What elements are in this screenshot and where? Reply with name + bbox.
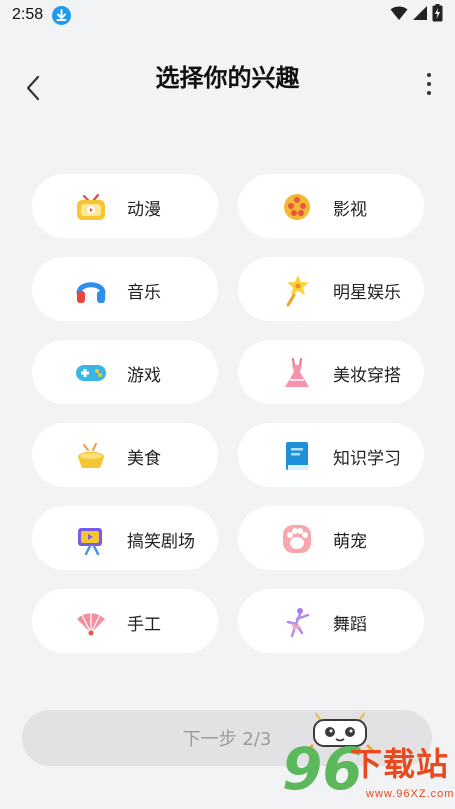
interest-chip-beauty[interactable]: 美妆穿搭: [238, 340, 424, 404]
interest-label: 明星娱乐: [333, 283, 401, 303]
interest-chip-food[interactable]: 美食: [32, 423, 218, 487]
interest-chip-anime[interactable]: 动漫: [32, 174, 218, 238]
dress-icon: [280, 356, 314, 390]
interest-chip-music[interactable]: 音乐: [32, 257, 218, 321]
wifi-icon: [390, 5, 408, 25]
interest-label: 知识学习: [333, 449, 401, 469]
gamepad-icon: [74, 356, 108, 390]
more-vertical-icon: [427, 73, 431, 77]
interest-grid: 动漫 影视 音乐 明星娱乐 游戏 美妆穿搭 美食 知识学习 搞笑剧场 萌宠 手工…: [32, 174, 424, 653]
header: 选择你的兴趣: [0, 40, 455, 110]
star-wand-icon: [280, 273, 314, 307]
interest-chip-knowledge[interactable]: 知识学习: [238, 423, 424, 487]
interest-label: 美食: [127, 449, 161, 469]
interest-label: 搞笑剧场: [127, 532, 195, 552]
battery-icon: [432, 4, 443, 26]
clapper-icon: [74, 522, 108, 556]
paw-icon: [280, 522, 314, 556]
headphones-icon: [74, 273, 108, 307]
interest-chip-game[interactable]: 游戏: [32, 340, 218, 404]
status-bar: 2:58: [0, 0, 455, 32]
interest-label: 影视: [333, 200, 367, 220]
download-icon: [52, 6, 71, 25]
interest-label: 手工: [127, 615, 161, 635]
next-step-label: 下一步 2/3: [182, 729, 272, 750]
interest-label: 游戏: [127, 366, 161, 386]
interest-chip-film[interactable]: 影视: [238, 174, 424, 238]
interest-chip-comedy[interactable]: 搞笑剧场: [32, 506, 218, 570]
interest-chip-handcraft[interactable]: 手工: [32, 589, 218, 653]
anime-tv-icon: [74, 190, 108, 224]
interest-chip-celebrity[interactable]: 明星娱乐: [238, 257, 424, 321]
interest-label: 舞蹈: [333, 615, 367, 635]
interest-label: 萌宠: [333, 532, 367, 552]
dancer-icon: [280, 605, 314, 639]
film-reel-icon: [280, 190, 314, 224]
interest-label: 美妆穿搭: [333, 366, 401, 386]
watermark-site-name: 下载站: [350, 745, 450, 783]
interest-label: 动漫: [127, 200, 161, 220]
fan-icon: [74, 605, 108, 639]
status-icons: [390, 4, 443, 26]
more-dot: [427, 82, 431, 86]
interest-chip-dance[interactable]: 舞蹈: [238, 589, 424, 653]
status-time: 2:58: [12, 6, 44, 23]
book-icon: [280, 439, 314, 473]
interest-label: 音乐: [127, 283, 161, 303]
more-options-button[interactable]: [421, 68, 437, 100]
food-icon: [74, 439, 108, 473]
signal-icon: [412, 5, 428, 25]
more-dot: [427, 91, 431, 95]
watermark-url: www.96XZ.com: [366, 788, 455, 800]
watermark-logo: 96 下载站 www.96XZ.com: [280, 740, 455, 809]
page-title: 选择你的兴趣: [155, 64, 300, 92]
interest-chip-pets[interactable]: 萌宠: [238, 506, 424, 570]
